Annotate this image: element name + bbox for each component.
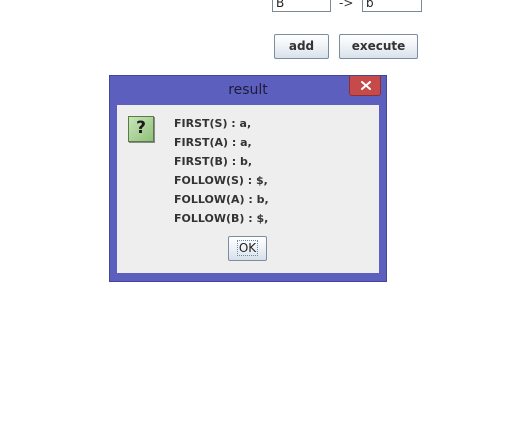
dialog-title: result	[228, 82, 268, 98]
production-arrow: ->	[339, 0, 354, 10]
question-icon-glyph: ?	[136, 118, 146, 138]
question-icon: ?	[128, 116, 154, 142]
result-dialog: result ? FIRST(S) : a, FIRST(A) : a, FIR…	[109, 75, 387, 282]
ok-button-label: OK	[236, 240, 259, 256]
lhs-field[interactable]: B	[272, 0, 331, 12]
message-lines: FIRST(S) : a, FIRST(A) : a, FIRST(B) : b…	[174, 117, 269, 231]
close-icon	[361, 81, 371, 90]
message-line: FIRST(S) : a,	[174, 117, 252, 130]
ok-button[interactable]: OK	[228, 236, 267, 261]
message-line: FIRST(B) : b,	[174, 155, 253, 168]
message-line: FIRST(A) : a,	[174, 136, 252, 149]
message-line: FOLLOW(B) : $,	[174, 212, 269, 225]
rhs-field[interactable]: b	[362, 0, 422, 12]
close-button[interactable]	[349, 76, 381, 96]
message-line: FOLLOW(A) : b,	[174, 193, 269, 206]
dialog-body: ? FIRST(S) : a, FIRST(A) : a, FIRST(B) :…	[117, 105, 379, 273]
execute-button[interactable]: execute	[339, 34, 418, 59]
add-button[interactable]: add	[274, 34, 329, 59]
message-line: FOLLOW(S) : $,	[174, 174, 268, 187]
